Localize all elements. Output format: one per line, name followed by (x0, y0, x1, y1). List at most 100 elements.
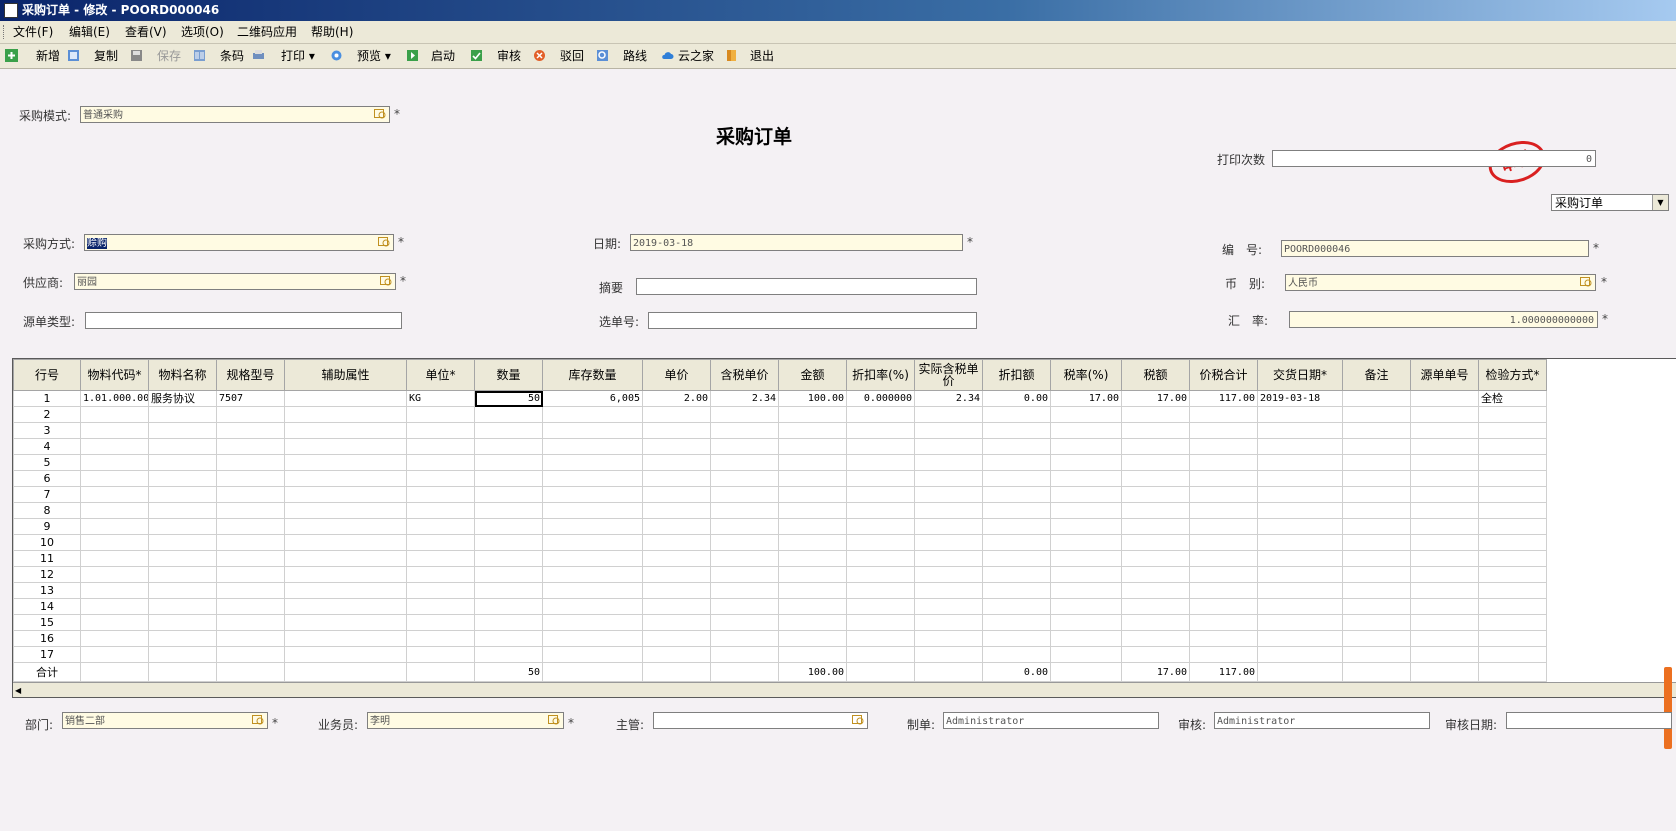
table-cell[interactable] (778, 534, 847, 551)
table-cell[interactable] (642, 454, 711, 471)
table-row[interactable]: 17 (13, 646, 1547, 663)
table-cell[interactable] (474, 438, 543, 455)
table-cell[interactable] (1342, 534, 1411, 551)
table-cell[interactable] (1410, 454, 1479, 471)
table-cell[interactable] (982, 454, 1051, 471)
table-cell[interactable] (914, 630, 983, 647)
table-cell[interactable] (1478, 582, 1547, 599)
table-cell[interactable] (1257, 598, 1343, 615)
table-cell[interactable] (542, 582, 643, 599)
table-cell[interactable] (148, 534, 217, 551)
table-cell[interactable] (542, 502, 643, 519)
column-header[interactable]: 税额 (1121, 359, 1190, 391)
table-cell[interactable] (1257, 438, 1343, 455)
purchase-method-field[interactable]: 赊购 (84, 234, 394, 251)
table-cell[interactable] (148, 518, 217, 535)
table-cell[interactable] (1121, 534, 1190, 551)
table-cell[interactable] (846, 646, 915, 663)
table-cell[interactable] (542, 422, 643, 439)
table-cell[interactable] (846, 550, 915, 567)
table-cell[interactable] (80, 518, 149, 535)
table-cell[interactable] (982, 406, 1051, 423)
print-button[interactable]: 打印 ▾ (252, 47, 315, 65)
table-cell[interactable] (1121, 582, 1190, 599)
table-cell[interactable] (1050, 502, 1122, 519)
table-cell[interactable] (1189, 486, 1258, 503)
copy-button[interactable]: 复制 (67, 47, 118, 65)
table-cell[interactable] (710, 614, 779, 631)
table-row[interactable]: 12 (13, 566, 1547, 583)
purchase-mode-field[interactable]: 普通采购 (80, 106, 390, 123)
table-cell[interactable] (284, 390, 407, 407)
table-cell[interactable] (710, 470, 779, 487)
table-cell[interactable] (406, 518, 475, 535)
table-cell[interactable] (1121, 486, 1190, 503)
salesman-field[interactable]: 李明 (367, 712, 564, 729)
table-cell[interactable] (846, 502, 915, 519)
table-row[interactable]: 10 (13, 534, 1547, 551)
audit-button[interactable]: 审核 (470, 47, 521, 65)
table-cell[interactable] (406, 614, 475, 631)
audit-date-field[interactable] (1506, 712, 1672, 729)
table-cell[interactable] (284, 598, 407, 615)
table-cell[interactable]: 7507 (216, 390, 285, 407)
table-cell[interactable] (216, 406, 285, 423)
table-cell[interactable]: 2.34 (710, 390, 779, 407)
table-cell[interactable] (474, 614, 543, 631)
table-cell[interactable] (1410, 646, 1479, 663)
table-cell[interactable] (406, 438, 475, 455)
table-cell[interactable] (1410, 566, 1479, 583)
table-cell[interactable] (406, 534, 475, 551)
table-cell[interactable] (80, 598, 149, 615)
currency-field[interactable]: 人民币 (1285, 274, 1596, 291)
table-cell[interactable] (406, 646, 475, 663)
table-cell[interactable] (1410, 470, 1479, 487)
table-row[interactable]: 3 (13, 422, 1547, 439)
table-cell[interactable] (1257, 470, 1343, 487)
table-cell[interactable] (778, 486, 847, 503)
summary-field[interactable] (636, 278, 977, 295)
table-cell[interactable] (710, 518, 779, 535)
route-button[interactable]: 路线 (596, 47, 647, 65)
column-header[interactable]: 行号 (13, 359, 81, 391)
table-row[interactable]: 11 (13, 550, 1547, 567)
table-cell[interactable] (216, 534, 285, 551)
start-button[interactable]: 启动 (406, 47, 455, 65)
table-cell[interactable] (1478, 630, 1547, 647)
table-cell[interactable] (778, 566, 847, 583)
table-cell[interactable] (1342, 390, 1411, 407)
table-cell[interactable] (1410, 486, 1479, 503)
table-cell[interactable] (1478, 422, 1547, 439)
table-cell[interactable]: 全检 (1478, 390, 1547, 407)
table-cell[interactable] (914, 646, 983, 663)
menu-qrcode[interactable]: 二维码应用 (237, 24, 297, 40)
table-cell[interactable] (914, 598, 983, 615)
table-cell[interactable] (982, 630, 1051, 647)
menu-view[interactable]: 查看(V) (125, 24, 167, 40)
column-header[interactable]: 含税单价 (710, 359, 779, 391)
table-cell[interactable] (406, 630, 475, 647)
table-cell[interactable] (284, 646, 407, 663)
source-type-field[interactable] (85, 312, 402, 329)
table-cell[interactable] (1189, 582, 1258, 599)
table-cell[interactable] (1342, 550, 1411, 567)
table-row[interactable]: 15 (13, 614, 1547, 631)
table-cell[interactable] (216, 566, 285, 583)
table-cell[interactable] (1121, 566, 1190, 583)
table-cell[interactable] (474, 566, 543, 583)
rate-field[interactable]: 1.000000000000 (1289, 311, 1598, 328)
table-cell[interactable] (1050, 534, 1122, 551)
table-cell[interactable] (1478, 614, 1547, 631)
table-cell[interactable] (542, 534, 643, 551)
table-cell[interactable] (846, 406, 915, 423)
table-cell[interactable] (542, 550, 643, 567)
table-cell[interactable] (982, 598, 1051, 615)
table-cell[interactable] (216, 550, 285, 567)
table-cell[interactable] (80, 406, 149, 423)
table-cell[interactable] (406, 566, 475, 583)
table-cell[interactable] (642, 486, 711, 503)
table-cell[interactable]: 100.00 (778, 390, 847, 407)
table-cell[interactable] (216, 454, 285, 471)
table-cell[interactable] (474, 422, 543, 439)
table-cell[interactable] (778, 470, 847, 487)
